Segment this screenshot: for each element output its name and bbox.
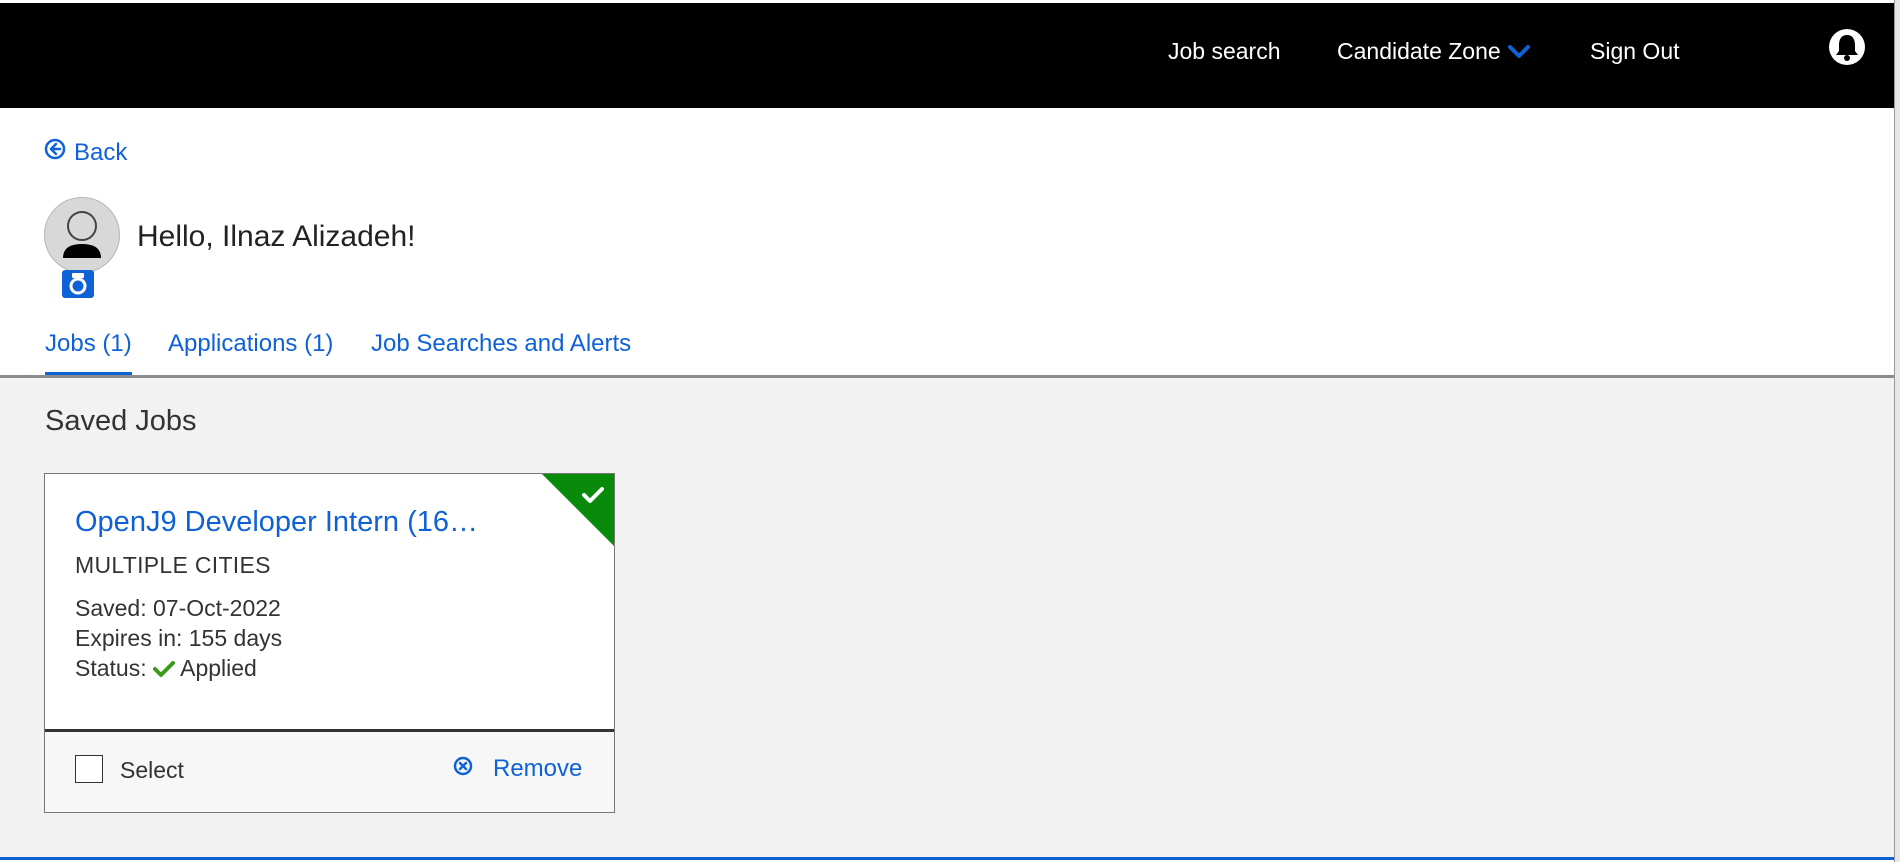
profile-tabs: Jobs (1) Applications (1) Job Searches a… xyxy=(0,300,1894,378)
tab-jobs[interactable]: Jobs (1) xyxy=(45,330,132,375)
top-navigation-bar: Job search Candidate Zone Sign Out xyxy=(0,3,1894,108)
job-location: MULTIPLE CITIES xyxy=(75,552,271,578)
back-link[interactable]: Back xyxy=(44,138,127,167)
status-label: Status: xyxy=(75,655,147,681)
avatar xyxy=(44,197,120,273)
remove-button[interactable]: Remove xyxy=(453,755,582,783)
bottom-divider xyxy=(0,857,1894,860)
remove-label: Remove xyxy=(493,755,583,782)
nav-candidate-zone-label: Candidate Zone xyxy=(1337,38,1501,64)
chevron-down-icon xyxy=(1507,39,1531,66)
job-title-link[interactable]: OpenJ9 Developer Intern (16… xyxy=(75,506,478,539)
tab-job-searches-and-alerts[interactable]: Job Searches and Alerts xyxy=(371,330,631,372)
check-icon xyxy=(581,485,605,510)
tab-applications[interactable]: Applications (1) xyxy=(168,330,333,372)
saved-date: Saved: 07-Oct-2022 xyxy=(75,595,281,621)
arrow-left-circle-icon xyxy=(44,138,66,167)
select-label: Select xyxy=(120,757,184,783)
person-icon xyxy=(63,211,101,258)
greeting-text: Hello, Ilnaz Alizadeh! xyxy=(137,220,416,253)
nav-sign-out[interactable]: Sign Out xyxy=(1590,38,1680,65)
status-value: Applied xyxy=(180,655,257,681)
select-checkbox[interactable] xyxy=(75,755,103,783)
expires-in: Expires in: 155 days xyxy=(75,625,283,651)
close-circle-icon xyxy=(453,755,473,783)
status-check-icon xyxy=(153,655,180,681)
window-edge xyxy=(1894,0,1900,862)
notification-bell-icon[interactable] xyxy=(1827,27,1867,67)
card-footer: Select Remove xyxy=(45,729,614,812)
back-label: Back xyxy=(74,138,128,166)
nav-candidate-zone[interactable]: Candidate Zone xyxy=(1337,38,1531,66)
status-row: Status: Applied xyxy=(75,655,257,682)
nav-job-search[interactable]: Job search xyxy=(1168,38,1281,65)
section-title-saved-jobs: Saved Jobs xyxy=(45,405,197,437)
camera-icon[interactable] xyxy=(62,270,94,298)
saved-job-card: OpenJ9 Developer Intern (16… MULTIPLE CI… xyxy=(44,473,615,813)
